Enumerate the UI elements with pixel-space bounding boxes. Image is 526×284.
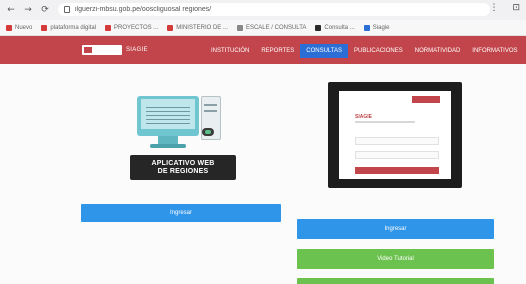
reload-icon[interactable]: ⟳ (39, 4, 51, 16)
ingresar-siagie-button[interactable]: Ingresar (297, 219, 494, 239)
tower-slot (204, 110, 217, 112)
bookmark-favicon-icon (41, 24, 48, 31)
tower-slot (204, 104, 217, 106)
bookmark-item[interactable]: Nuevo (6, 24, 33, 31)
bookmark-favicon-icon (6, 24, 12, 31)
bookmark-item[interactable]: ESCALE / CONSULTA (236, 24, 307, 31)
bookmark-favicon-icon (167, 24, 174, 31)
ingresar-regiones-button[interactable]: Ingresar (81, 204, 281, 222)
badge-line-2: DE REGIONES (157, 167, 209, 175)
bookmark-favicon-icon (363, 24, 370, 31)
bookmark-label: plataforma digital (50, 24, 97, 31)
page: ← → ⟳ ⌂ ilguerzi-mbsu.gob.pe/ooscliguosa… (0, 0, 526, 284)
window-icon[interactable]: ⊡ (512, 3, 520, 13)
bookmark-favicon-icon (315, 24, 322, 31)
screen-content (146, 104, 190, 124)
bookmark-item[interactable]: PROYECTOS ... (105, 24, 159, 31)
bookmark-item[interactable]: MINISTERIO DE ... (167, 24, 228, 31)
bookmark-label: PROYECTOS ... (114, 24, 159, 31)
login-submit-preview (355, 167, 439, 174)
bookmark-label: ESCALE / CONSULTA (245, 24, 307, 31)
bookmarks-bar: Nuevo plataforma digital PROYECTOS ... MINI… (0, 20, 526, 36)
login-title: SIAGIE (355, 114, 372, 120)
login-username-field (355, 137, 439, 145)
monitor-base (150, 144, 186, 148)
secondary-green-button[interactable] (297, 278, 494, 284)
nav-item-consultas[interactable]: CONSULTAS (300, 44, 349, 58)
login-preview (339, 91, 451, 179)
bookmark-item[interactable]: plataforma digital (41, 24, 97, 31)
browser-toolbar: ← → ⟳ ⌂ ilguerzi-mbsu.gob.pe/ooscliguosa… (0, 0, 526, 20)
nav-item-publicaciones[interactable]: PUBLICACIONES (348, 44, 409, 58)
login-subtitle (355, 121, 415, 123)
main-menu: INSTITUCIÓN REPORTES CONSULTAS PUBLICACIONE… (205, 44, 524, 58)
badge-line-1: APLICATIVO WEB (151, 159, 215, 167)
monitor-stand (158, 136, 178, 144)
minedu-logo (82, 45, 122, 55)
nav-item-institución[interactable]: INSTITUCIÓN (205, 44, 255, 58)
bookmark-label: MINISTERIO DE ... (176, 24, 228, 31)
bookmark-label: Nuevo (15, 24, 33, 31)
video-tutorial-button[interactable]: Video Tutorial (297, 249, 494, 269)
brand[interactable]: SIAGIE (82, 45, 148, 55)
bookmark-label: Siagie (372, 24, 390, 31)
bookmark-item[interactable]: Consulta ... (315, 24, 355, 31)
nav-item-reportes[interactable]: REPORTES (255, 44, 300, 58)
nav-item-informativos[interactable]: INFORMATIVOS (466, 44, 523, 58)
url-text: ilguerzi-mbsu.gob.pe/ooscliguosal region… (75, 6, 212, 13)
address-bar[interactable]: ilguerzi-mbsu.gob.pe/ooscliguosal region… (58, 3, 490, 16)
bookmark-label: Consulta ... (324, 24, 355, 31)
bookmark-item[interactable]: Siagie (363, 24, 390, 31)
bookmark-favicon-icon (236, 24, 243, 31)
nav-item-normatividad[interactable]: NORMATIVIDAD (409, 44, 467, 58)
app-badge: APLICATIVO WEB DE REGIONES (130, 155, 236, 180)
site-navbar: SIAGIE INSTITUCIÓN REPORTES CONSULTAS PUBLI… (0, 36, 526, 64)
browser-actions: ⋮ ⊡ (489, 3, 520, 13)
mouse-accent (205, 130, 211, 134)
menu-icon[interactable]: ⋮ (489, 3, 498, 13)
brand-text: SIAGIE (126, 47, 148, 53)
bookmark-favicon-icon (105, 24, 112, 31)
login-logo (412, 96, 440, 103)
forward-icon[interactable]: → (22, 4, 34, 16)
lock-icon (64, 6, 70, 13)
login-password-field (355, 151, 439, 159)
back-icon[interactable]: ← (5, 4, 17, 16)
